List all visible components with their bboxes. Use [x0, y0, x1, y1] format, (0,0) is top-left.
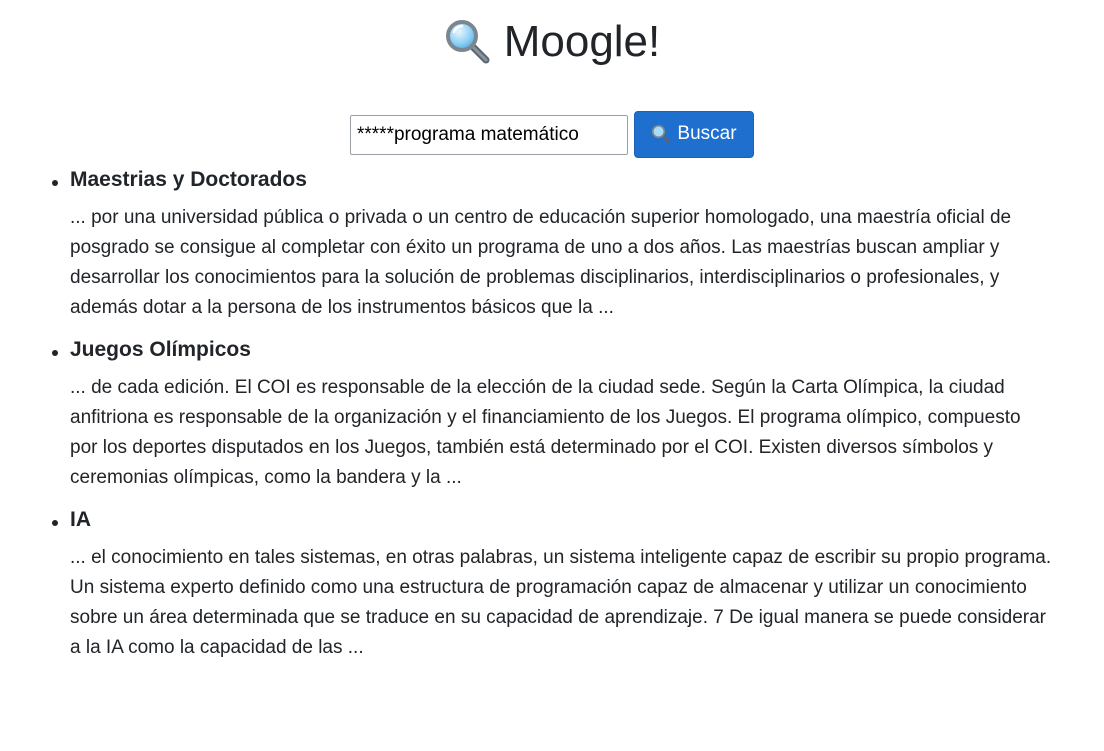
result-title[interactable]: IA: [52, 505, 1052, 541]
result-item: IA ... el conocimiento en tales sistemas…: [52, 505, 1052, 663]
page-title: Moogle!: [444, 14, 661, 70]
magnifier-icon: [651, 124, 671, 144]
results-list: Maestrias y Doctorados ... por una unive…: [0, 165, 1104, 663]
search-bar: Buscar: [0, 110, 1104, 159]
search-button-label: Buscar: [677, 123, 737, 144]
magnifier-icon: [444, 18, 492, 66]
result-item: Juegos Olímpicos ... de cada edición. El…: [52, 335, 1052, 493]
search-input[interactable]: [350, 115, 628, 155]
result-title[interactable]: Juegos Olímpicos: [52, 335, 1052, 371]
result-snippet: ... el conocimiento en tales sistemas, e…: [70, 547, 1052, 658]
bullet-icon: [52, 520, 58, 526]
bullet-icon: [52, 350, 58, 356]
result-title[interactable]: Maestrias y Doctorados: [52, 165, 1052, 201]
result-item: Maestrias y Doctorados ... por una unive…: [52, 165, 1052, 323]
page-header: Moogle!: [0, 0, 1104, 88]
result-snippet: ... por una universidad pública o privad…: [70, 207, 1012, 318]
result-snippet: ... de cada edición. El COI es responsab…: [70, 377, 1021, 488]
app-title-text: Moogle!: [503, 17, 661, 66]
search-button[interactable]: Buscar: [634, 110, 754, 158]
bullet-icon: [52, 180, 58, 186]
